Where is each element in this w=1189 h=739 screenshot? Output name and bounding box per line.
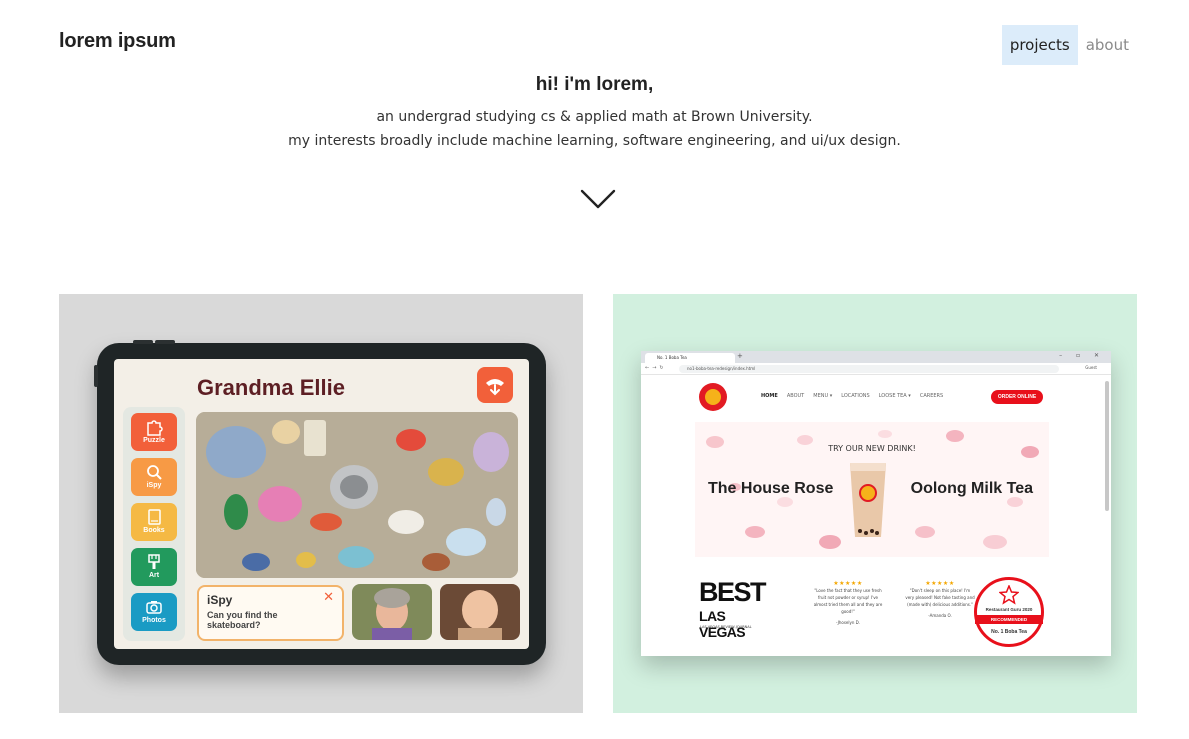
drink-name-right: Oolong Milk Tea (910, 480, 1033, 497)
drink-name-left: The House Rose (708, 480, 834, 497)
browser-scrollbar (1105, 381, 1109, 511)
boba-logo-icon (699, 383, 727, 411)
nav-projects[interactable]: projects (1001, 25, 1078, 65)
search-icon (147, 465, 162, 480)
app-label-ispy: iSpy (146, 482, 162, 489)
site-nav-locations: LOCATIONS (841, 393, 870, 399)
hero-section: hi! i'm lorem, an undergrad studying cs … (0, 74, 1189, 153)
project-card-grandma-ellie[interactable]: Grandma Ellie Puzzle iSpy Books Art Phot… (59, 294, 583, 713)
browser-url: no1-boba-tea-redesign/index.html (679, 365, 1059, 373)
books-app: Books (131, 503, 177, 541)
rating-stars-icon: ★★★★★ (925, 580, 955, 587)
puzzle-app: Puzzle (131, 413, 177, 451)
review-2-text: "Don't sleep on this place! I'm very ple… (905, 588, 975, 607)
app-label-art: Art (148, 572, 160, 579)
art-app: Art (131, 548, 177, 586)
review-2-author: -Amanda O. (928, 613, 952, 618)
ispy-title: iSpy (207, 593, 233, 607)
chevron-down-icon[interactable] (580, 188, 616, 210)
site-brand[interactable]: lorem ipsum (59, 30, 176, 53)
phone-icon (477, 367, 513, 403)
order-online-button: ORDER ONLINE (991, 390, 1043, 404)
baby-photo (440, 584, 520, 640)
hero-line-1: an undergrad studying cs & applied math … (376, 109, 813, 125)
review-1-text: "Love the fact that they use fresh fruit… (813, 588, 883, 614)
hero-line-2: my interests broadly include machine lea… (288, 133, 901, 149)
best-of-las-vegas-logo: BEST LAS VEGAS LAS VEGAS REVIEW-JOURNAL (699, 577, 767, 640)
new-tab-icon: + (737, 352, 743, 360)
browser-nav-icon: ←→↻ (645, 365, 667, 371)
ispy-prompt: iSpy Can you find the skateboard? ✕ (197, 585, 344, 641)
site-nav-loose-tea: LOOSE TEA ▾ (878, 393, 911, 399)
paintbrush-icon (148, 554, 160, 569)
star-icon (999, 585, 1019, 605)
camera-icon (146, 601, 162, 614)
site-nav-about: ABOUT (786, 393, 805, 399)
browser-guest: Guest (1085, 365, 1097, 370)
app-label-photos: Photos (142, 617, 166, 624)
browser-mockup: No. 1 Boba Tea + – ▫ ✕ ←→↻ no1-boba-tea-… (641, 351, 1111, 656)
badge-title: Restaurant Guru 2020 (985, 607, 1033, 612)
promo-text: TRY OUR NEW DRINK! (828, 444, 916, 453)
restaurant-guru-badge: Restaurant Guru 2020 RECOMMENDED No. 1 B… (974, 577, 1044, 647)
main-nav: projects about (1001, 25, 1137, 65)
mockup-title: Grandma Ellie (197, 375, 345, 400)
browser-address-bar: ←→↻ no1-boba-tea-redesign/index.html Gue… (641, 363, 1111, 375)
drink-banner: TRY OUR NEW DRINK! The House Rose Oolong… (695, 422, 1049, 557)
nav-about[interactable]: about (1078, 25, 1137, 65)
close-icon: ✕ (323, 590, 334, 605)
tablet-mockup: Grandma Ellie Puzzle iSpy Books Art Phot… (94, 340, 546, 665)
browser-tabbar: No. 1 Boba Tea + – ▫ ✕ (641, 351, 1111, 363)
site-nav-menu: MENU ▾ (813, 393, 833, 399)
browser-tab: No. 1 Boba Tea (645, 353, 735, 363)
site-nav-items: HOME ABOUT MENU ▾ LOCATIONS LOOSE TEA ▾ … (761, 393, 943, 399)
ispy-app: iSpy (131, 458, 177, 496)
window-controls-icon: – ▫ ✕ (1059, 352, 1105, 359)
app-sidebar: Puzzle iSpy Books Art Photos (123, 407, 185, 641)
site-nav-home: HOME (761, 393, 778, 399)
badge-recommended: RECOMMENDED (975, 615, 1043, 624)
tablet-screen: Grandma Ellie Puzzle iSpy Books Art Phot… (114, 359, 529, 649)
app-label-puzzle: Puzzle (143, 437, 165, 444)
site-nav: HOME ABOUT MENU ▾ LOCATIONS LOOSE TEA ▾ … (641, 383, 1111, 411)
project-card-boba-tea[interactable]: No. 1 Boba Tea + – ▫ ✕ ←→↻ no1-boba-tea-… (613, 294, 1137, 713)
ispy-question: Can you find the skateboard? (207, 610, 278, 630)
app-label-books: Books (143, 527, 165, 534)
hero-greeting: hi! i'm lorem, (535, 74, 654, 95)
puzzle-icon (147, 420, 163, 436)
rating-stars-icon: ★★★★★ (833, 580, 863, 587)
review-1: ★★★★★ "Love the fact that they use fresh… (813, 580, 883, 626)
boba-cup-icon (850, 463, 886, 537)
badge-name: No. 1 Boba Tea (991, 629, 1027, 635)
toys-photo (196, 412, 518, 578)
book-icon (148, 509, 161, 525)
review-2: ★★★★★ "Don't sleep on this place! I'm ve… (905, 580, 975, 619)
site-nav-careers: CAREERS (919, 393, 944, 399)
photos-app: Photos (131, 593, 177, 631)
review-1-author: -Jhoselyn D. (835, 620, 860, 625)
grandma-photo (352, 584, 432, 640)
